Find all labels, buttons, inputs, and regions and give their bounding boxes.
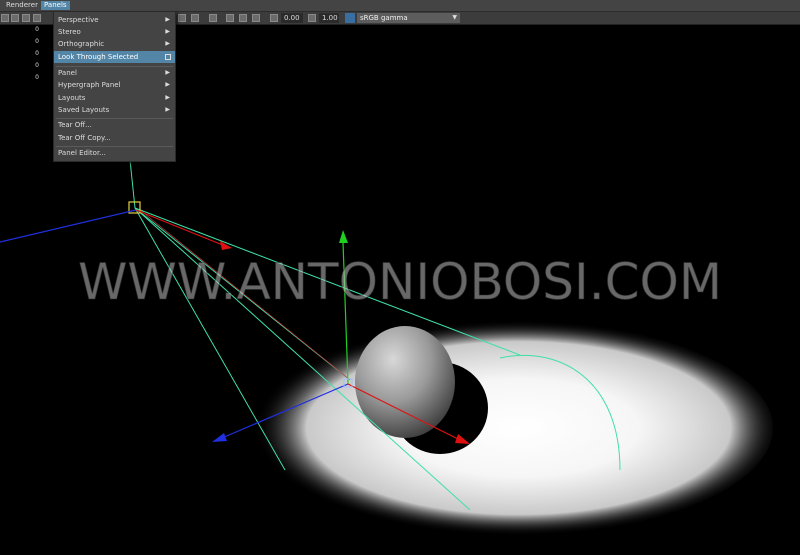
camera-gate-icon[interactable]: [209, 14, 217, 22]
menu-item-label: Hypergraph Panel: [58, 81, 121, 89]
menu-item-label: Saved Layouts: [58, 106, 110, 114]
frame-icon[interactable]: [33, 14, 41, 22]
left-values-column: 0 0 0 0 0: [0, 24, 44, 84]
menu-item-label: Stereo: [58, 28, 81, 36]
submenu-arrow-icon: ▶: [165, 16, 170, 23]
ambient-occlusion-icon[interactable]: [252, 14, 260, 22]
submenu-arrow-icon: ▶: [165, 69, 170, 76]
menu-item-panel[interactable]: Panel ▶: [54, 67, 175, 79]
select-camera-icon[interactable]: [1, 14, 9, 22]
menu-item-label: Perspective: [58, 16, 99, 24]
menu-item-label: Panel Editor...: [58, 149, 106, 157]
menu-item-tear-off-copy[interactable]: Tear Off Copy...: [54, 132, 175, 144]
isolate-icon[interactable]: [178, 14, 186, 22]
submenu-arrow-icon: ▶: [165, 81, 170, 88]
view-transform-value: sRGB gamma: [360, 14, 408, 22]
sphere[interactable]: [355, 326, 455, 438]
left-value: 0: [35, 74, 39, 81]
left-value: 0: [35, 38, 39, 45]
menu-item-label: Orthographic: [58, 40, 105, 48]
menu-item-label: Tear Off...: [58, 121, 92, 129]
menu-item-label: Layouts: [58, 94, 86, 102]
menu-renderer[interactable]: Renderer: [3, 1, 41, 10]
left-value: 0: [35, 50, 39, 57]
exposure-icon[interactable]: [270, 14, 278, 22]
menu-item-perspective[interactable]: Perspective ▶: [54, 14, 175, 26]
option-box-icon[interactable]: [165, 54, 171, 60]
grid-icon[interactable]: [22, 14, 30, 22]
menu-item-stereo[interactable]: Stereo ▶: [54, 26, 175, 38]
submenu-arrow-icon: ▶: [165, 94, 170, 101]
watermark-text: WWW.ANTONIOBOSI.COM: [77, 253, 723, 312]
motion-blur-icon[interactable]: [239, 14, 247, 22]
depth-of-field-icon[interactable]: [226, 14, 234, 22]
menu-item-tear-off[interactable]: Tear Off...: [54, 119, 175, 131]
submenu-arrow-icon: ▶: [165, 106, 170, 113]
chevron-down-icon: ▼: [452, 14, 457, 21]
menu-item-label: Look Through Selected: [58, 53, 139, 61]
panels-dropdown-menu: Perspective ▶ Stereo ▶ Orthographic ▶ Lo…: [53, 11, 176, 162]
gamma-icon[interactable]: [308, 14, 316, 22]
gamma-field[interactable]: 1.00: [319, 13, 339, 23]
spotlight-pool: [243, 320, 773, 536]
left-value: 0: [35, 26, 39, 33]
submenu-arrow-icon: ▶: [165, 28, 170, 35]
menu-panels[interactable]: Panels: [41, 1, 70, 10]
xray-icon[interactable]: [191, 14, 199, 22]
camera-attributes-icon[interactable]: [11, 14, 19, 22]
menu-item-saved-layouts[interactable]: Saved Layouts ▶: [54, 104, 175, 116]
menu-item-hypergraph-panel[interactable]: Hypergraph Panel ▶: [54, 79, 175, 91]
submenu-arrow-icon: ▶: [165, 40, 170, 47]
menu-item-label: Panel: [58, 69, 77, 77]
menu-item-orthographic[interactable]: Orthographic ▶: [54, 38, 175, 50]
menu-item-layouts[interactable]: Layouts ▶: [54, 92, 175, 104]
view-transform-select[interactable]: sRGB gamma ▼: [357, 13, 460, 23]
menu-item-panel-editor[interactable]: Panel Editor...: [54, 147, 175, 159]
menu-item-label: Tear Off Copy...: [58, 134, 111, 142]
menu-item-look-through-selected[interactable]: Look Through Selected: [54, 51, 175, 63]
exposure-field[interactable]: 0.00: [281, 13, 303, 23]
left-value: 0: [35, 62, 39, 69]
color-management-icon[interactable]: [345, 13, 355, 23]
